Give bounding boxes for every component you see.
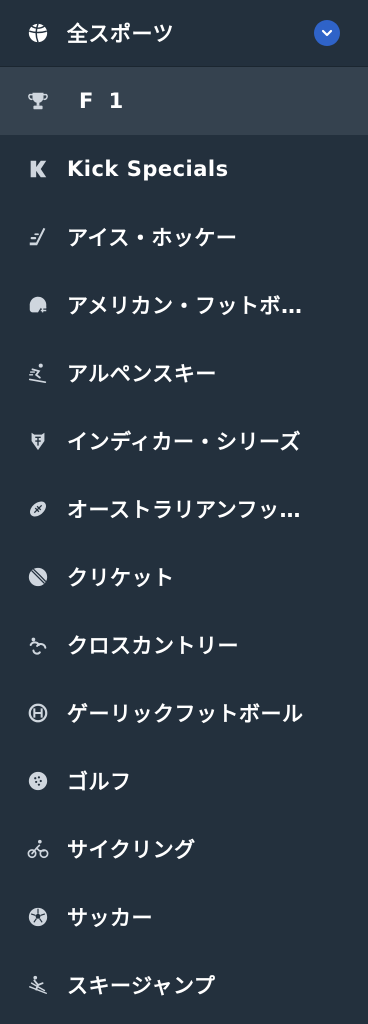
sport-item-ski-jumping[interactable]: スキージャンプ [0, 951, 368, 1019]
sport-item-label: アイス・ホッケー [67, 226, 238, 250]
hockey-stick-icon [26, 225, 50, 249]
sport-item-golf[interactable]: ゴルフ [0, 747, 368, 815]
sport-item-label: アルペンスキー [67, 362, 217, 386]
sport-item-label: スキージャンプ [67, 974, 216, 998]
sports-sidebar: 全スポーツ F 1 Kick Specials アイス・ホッケー アメリカン・フ… [0, 0, 368, 1024]
sport-item-cricket[interactable]: クリケット [0, 543, 368, 611]
sport-item-label: アメリカン・フットボ… [67, 294, 303, 318]
sport-item-label: クリケット [67, 566, 175, 590]
sport-item-kick-specials[interactable]: Kick Specials [0, 135, 368, 203]
sport-item-ice-hockey[interactable]: アイス・ホッケー [0, 203, 368, 271]
cyclist-icon [26, 837, 50, 861]
sport-item-alpine-skiing[interactable]: アルペンスキー [0, 339, 368, 407]
football-helmet-icon [26, 293, 50, 317]
cross-country-icon [26, 633, 50, 657]
sport-item-american-football[interactable]: アメリカン・フットボ… [0, 271, 368, 339]
sport-item-label: F 1 [79, 89, 128, 113]
sport-item-soccer[interactable]: サッカー [0, 883, 368, 951]
ski-jumper-icon [26, 973, 50, 997]
sport-item-label: サイクリング [67, 838, 196, 862]
expand-sports-button[interactable] [314, 20, 340, 46]
soccer-ball-icon [26, 905, 50, 929]
skier-icon [26, 361, 50, 385]
sport-item-label: ゴルフ [67, 770, 132, 794]
cricket-ball-icon [26, 565, 50, 589]
all-sports-label: 全スポーツ [67, 22, 175, 46]
sport-item-gaelic-football[interactable]: ゲーリックフットボール [0, 679, 368, 747]
aussie-rules-ball-icon [26, 497, 50, 521]
all-sports-header[interactable]: 全スポーツ [0, 0, 368, 66]
sport-item-cross-country[interactable]: クロスカントリー [0, 611, 368, 679]
sport-item-label: サッカー [67, 906, 153, 930]
sport-item-indycar-series[interactable]: インディカー・シリーズ [0, 407, 368, 475]
gaelic-football-icon [26, 701, 50, 725]
golf-ball-icon [26, 769, 50, 793]
sport-item-cycling[interactable]: サイクリング [0, 815, 368, 883]
sport-item-label: Kick Specials [67, 157, 229, 181]
trophy-icon [26, 89, 50, 113]
sport-item-label: クロスカントリー [67, 634, 239, 658]
sport-item-australian-football[interactable]: オーストラリアンフッ… [0, 475, 368, 543]
chevron-down-icon [321, 29, 333, 37]
sport-item-label: オーストラリアンフッ… [67, 498, 301, 522]
indycar-badge-icon [26, 429, 50, 453]
sport-item-f1[interactable]: F 1 [0, 67, 368, 135]
basketball-icon [26, 21, 50, 45]
k-logo-icon [26, 157, 50, 181]
sport-item-label: インディカー・シリーズ [67, 430, 301, 454]
sport-item-label: ゲーリックフットボール [67, 702, 304, 726]
